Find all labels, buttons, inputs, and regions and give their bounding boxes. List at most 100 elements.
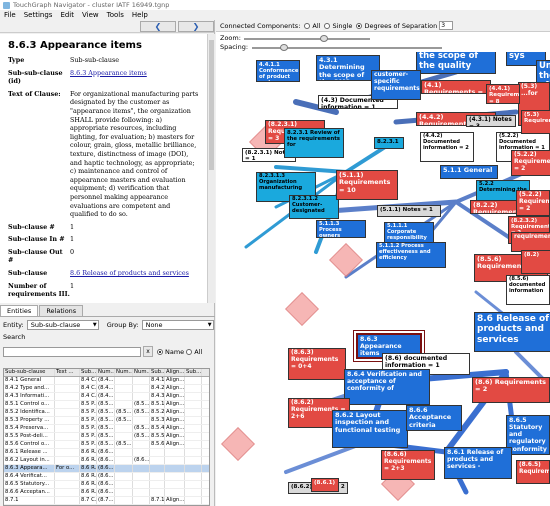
- window-title: TouchGraph Navigator - cluster IATF 1694…: [13, 1, 170, 9]
- table-row[interactable]: 8.6.2 Layout in...8.6 R...(8.6...(8.6...: [4, 457, 209, 465]
- group-by-select[interactable]: None: [141, 320, 214, 330]
- prop-subclause-link[interactable]: 8.6 Release of products and services: [70, 269, 189, 277]
- graph-node[interactable]: the scope of the quality: [416, 52, 496, 74]
- graph-node[interactable]: (5.2.2) Requirements = 2: [511, 150, 550, 176]
- all-radio[interactable]: [186, 348, 193, 355]
- zoom-track[interactable]: [244, 38, 370, 40]
- graph-node[interactable]: customer-specific requirements: [371, 70, 421, 100]
- table-cell: [165, 489, 185, 496]
- column-header[interactable]: Sub-sub-clause: [4, 369, 55, 376]
- graph-node[interactable]: (5.2.2) Requirements = 2: [516, 190, 550, 216]
- graph-node[interactable]: (8.5.6) documented information: [506, 275, 550, 305]
- graph-node[interactable]: 8.2.3.1: [374, 137, 404, 149]
- graph-node[interactable]: 8.6.5 Statutory and regulatory conformit…: [506, 415, 550, 455]
- graph-node[interactable]: 8.6.4 Verification and acceptance of con…: [344, 369, 430, 405]
- graph-node[interactable]: (8.6) Requirements = 2: [472, 377, 550, 403]
- graph-node[interactable]: 5.1.1.2 Process effectiveness and effici…: [376, 242, 446, 268]
- table-row[interactable]: 8.4.3 Informati... 8.4 C...(8.4... 8.4.3..…: [4, 393, 209, 401]
- graph-node[interactable]: 5.1.1 General: [440, 165, 498, 179]
- graph-canvas[interactable]: 4.4.1.1 Conformance of product and4.3.1 …: [216, 52, 550, 506]
- graph-node[interactable]: requirements: [511, 232, 550, 252]
- menu-settings[interactable]: Settings: [24, 11, 53, 19]
- name-radio[interactable]: [157, 348, 163, 355]
- table-cell: (8.6...: [98, 457, 115, 464]
- graph-node[interactable]: 8.6 Release of products and services: [474, 312, 550, 352]
- table-cell: (8.5...: [134, 401, 150, 408]
- table-row[interactable]: 8.5.4 Preserva... 8.5 P... (8.5... (8.5... 8…: [4, 425, 209, 433]
- column-header[interactable]: Align...: [165, 369, 185, 376]
- graph-node[interactable]: (8.6.6) Requirements = 2+3: [381, 450, 435, 480]
- graph-node[interactable]: (4.4.1) Requirements = 8: [486, 84, 520, 104]
- column-header[interactable]: Sub...: [185, 369, 202, 376]
- table-cell: 8.4 C...: [81, 385, 97, 392]
- spacing-slider-handle[interactable]: [280, 44, 288, 51]
- search-row: x Name All: [3, 346, 202, 357]
- menu-file[interactable]: File: [4, 11, 16, 19]
- menu-view[interactable]: View: [82, 11, 99, 19]
- table-cell: [150, 481, 165, 488]
- table-row[interactable]: 8.6.4 Verificat... 8.6 R...(8.6...: [4, 473, 209, 481]
- graph-node[interactable]: 8.6.2 Layout inspection and functional t…: [332, 410, 408, 448]
- table-cell: Align...: [166, 377, 185, 384]
- graph-node[interactable]: (8.6.3) Requirements = 0+4: [288, 348, 346, 380]
- table-row[interactable]: 8.6.3 Appeara...For o...8.6 R...(8.6...: [4, 465, 209, 473]
- graph-node[interactable]: (8.2): [521, 250, 550, 274]
- search-input[interactable]: [3, 346, 141, 357]
- entity-select[interactable]: Sub-sub-clause: [26, 320, 99, 330]
- table-row[interactable]: 8.5.3 Property ... 8.5 P... (8.5... (8.5...…: [4, 417, 209, 425]
- graph-node[interactable]: 4.4.1.1 Conformance of product and: [256, 60, 300, 82]
- back-button[interactable]: ❮: [140, 20, 176, 32]
- prop-id-key: Sub-sub-clause (id): [8, 68, 63, 86]
- table-row[interactable]: 8.6.1 Release ... 8.6 R...(8.6...: [4, 449, 209, 457]
- details-scroll-thumb[interactable]: [209, 40, 214, 170]
- column-header[interactable]: Num...: [115, 369, 133, 376]
- table-row[interactable]: 8.4.2 Type and... 8.4 C...(8.4... 8.4.2...…: [4, 385, 209, 393]
- graph-node[interactable]: 8.2.3.1 Review of the requirements for: [284, 128, 344, 158]
- graph-node[interactable]: (5.1.1) Notes = 1: [377, 205, 441, 217]
- tab-relations[interactable]: Relations: [39, 305, 84, 316]
- table-cell: [150, 465, 165, 472]
- graph-node[interactable]: (8.6.1): [311, 478, 339, 492]
- menu-edit[interactable]: Edit: [60, 11, 74, 19]
- column-header[interactable]: Sub...: [80, 369, 97, 376]
- table-row[interactable]: 8.5.1 Control o... 8.5 P... (8.5... (8.5...…: [4, 401, 209, 409]
- menu-help[interactable]: Help: [132, 11, 148, 19]
- graph-node[interactable]: (4.1) Requirements = 2: [421, 80, 491, 94]
- forward-button[interactable]: ❯: [178, 20, 214, 32]
- graph-node[interactable]: (5.3) Requirements: [521, 110, 550, 134]
- column-header[interactable]: Sub...: [150, 369, 165, 376]
- menu-tools[interactable]: Tools: [107, 11, 124, 19]
- table-row[interactable]: 8.5.2 Identifica... 8.5 P... (8.5... (8.5..…: [4, 409, 209, 417]
- table-cell: [55, 473, 80, 480]
- graph-node[interactable]: (4.4.2) Documented information = 2: [420, 132, 474, 162]
- tab-entities[interactable]: Entities: [0, 305, 39, 316]
- graph-node[interactable]: 5.1.1.3 Process owners: [316, 220, 366, 238]
- table-cell: 8.7.1...: [151, 497, 165, 504]
- clear-search-icon[interactable]: x: [143, 346, 153, 357]
- all-components-radio[interactable]: [304, 22, 311, 29]
- table-row[interactable]: 8.6.5 Statutory... 8.6 R...(8.6...: [4, 481, 209, 489]
- single-component-radio[interactable]: [324, 22, 331, 29]
- zoom-slider-handle[interactable]: [320, 35, 328, 42]
- graph-node[interactable]: 8.6.1 Release of products and services -: [444, 447, 512, 479]
- prop-id-link[interactable]: 8.6.3 Appearance items: [70, 69, 147, 77]
- degrees-spinner[interactable]: 3: [439, 21, 454, 30]
- degrees-radio[interactable]: [356, 22, 363, 29]
- details-scrollbar[interactable]: [207, 34, 215, 303]
- table-row[interactable]: 8.7.1 8.7 C...(8.7... 8.7.1...Align...: [4, 497, 209, 505]
- table-row[interactable]: 8.5.5 Post-deli... 8.5 P... (8.5... (8.5...…: [4, 433, 209, 441]
- graph-node[interactable]: (8.6.5) Requirements: [516, 460, 550, 484]
- graph-node[interactable]: (4.3.1) Notes = 3: [466, 115, 516, 127]
- prop-subclause-num-key: Sub-clause #: [8, 222, 55, 231]
- table-row[interactable]: 8.5.6 Control o... 8.5 P... (8.5... (8.5...…: [4, 441, 209, 449]
- table-row[interactable]: 8.6.6 Acceptan... 8.6 R...(8.6...: [4, 489, 209, 497]
- graph-node[interactable]: 8.6.6 Acceptance criteria: [406, 405, 462, 431]
- table-row[interactable]: 8.4.1 General 8.4 C...(8.4... 8.4.1...Alig…: [4, 377, 209, 385]
- graph-node[interactable]: (5.1.1) Requirements = 10: [336, 170, 398, 200]
- column-header[interactable]: Num...: [97, 369, 115, 376]
- table-cell: (8.5...: [116, 409, 133, 416]
- column-header[interactable]: Text ...: [55, 369, 80, 376]
- table-cell: 8.5.1...: [151, 401, 165, 408]
- column-header[interactable]: Num...: [133, 369, 150, 376]
- graph-node[interactable]: 8.2.3.1.2 Customer-designated: [289, 195, 339, 219]
